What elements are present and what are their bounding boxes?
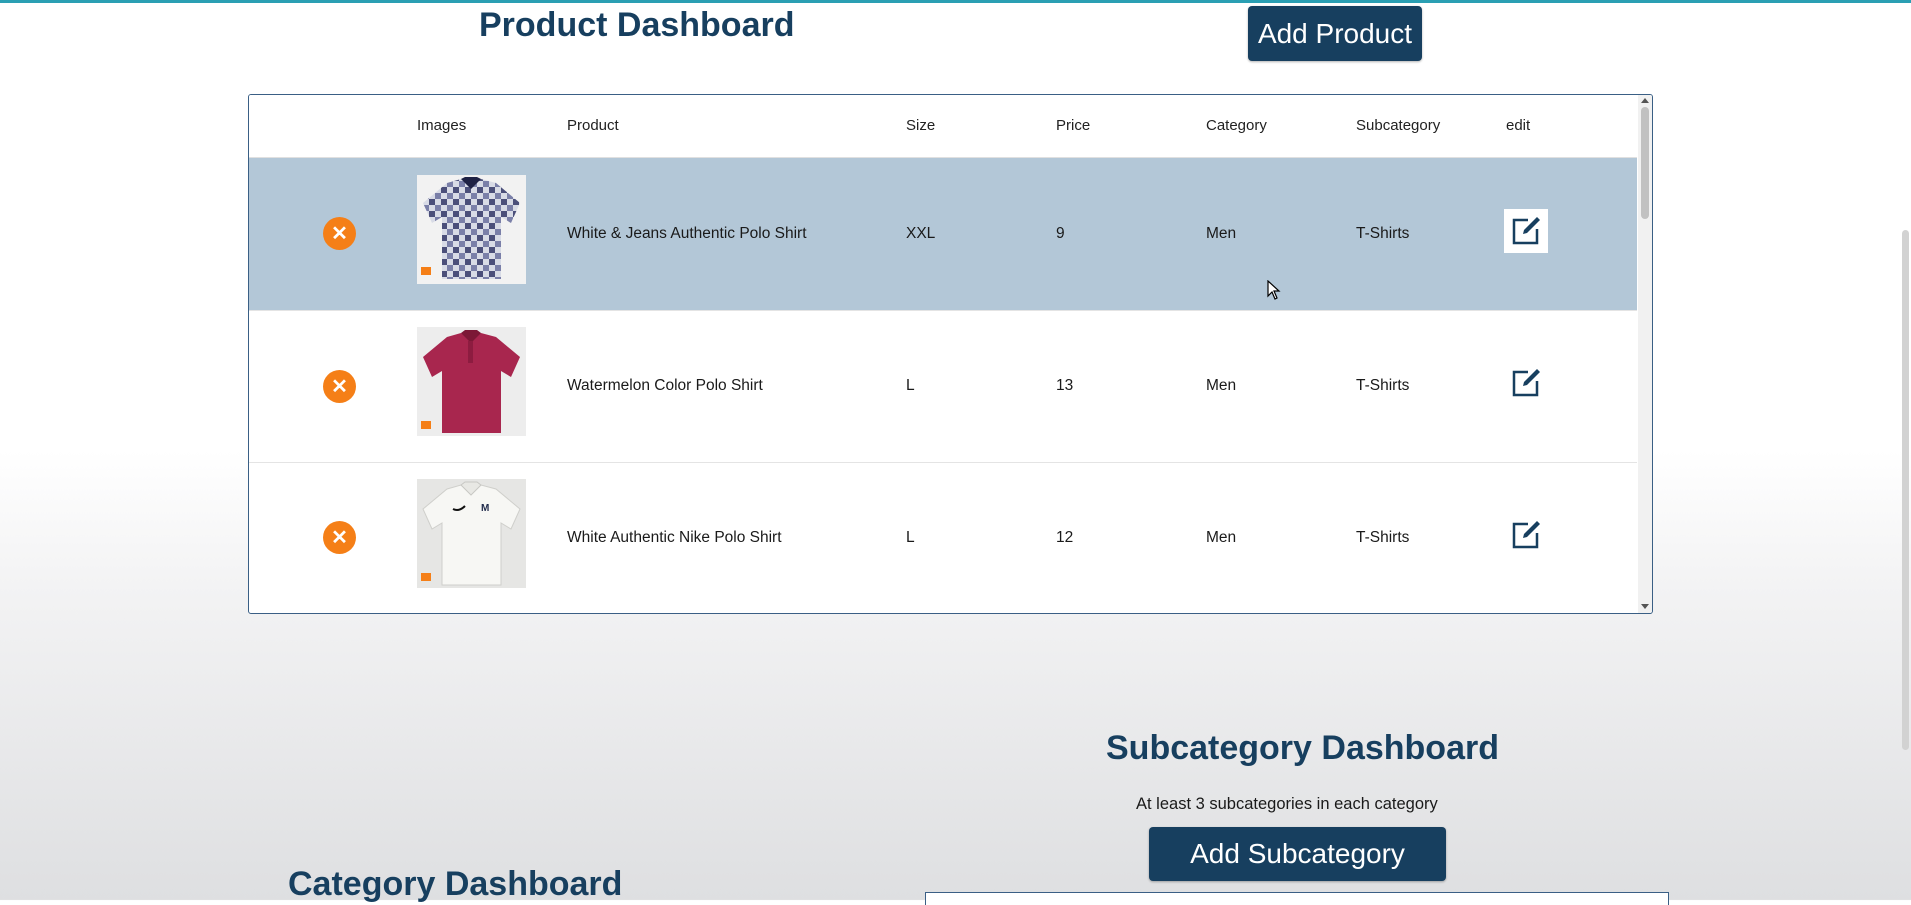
page-title: Product Dashboard — [479, 6, 795, 44]
column-header-edit: edit — [1506, 117, 1531, 134]
edit-icon — [1512, 217, 1540, 245]
product-price: 9 — [1056, 225, 1065, 242]
delete-button[interactable]: ✕ — [323, 521, 356, 554]
close-icon: ✕ — [331, 527, 348, 549]
product-table: Images Product Size Price Category Subca… — [248, 94, 1653, 614]
subcategory-dashboard-title: Subcategory Dashboard — [1106, 729, 1499, 767]
product-image — [417, 327, 526, 436]
product-size: L — [906, 377, 915, 394]
table-row[interactable]: ✕ Watermelon Color Polo Shirt L 13 Men T… — [249, 310, 1637, 463]
product-price: 12 — [1056, 529, 1074, 546]
delete-button[interactable]: ✕ — [323, 217, 356, 250]
table-header: Images Product Size Price Category Subca… — [249, 95, 1637, 158]
product-category: Men — [1206, 225, 1237, 242]
product-name: White & Jeans Authentic Polo Shirt — [567, 225, 807, 242]
edit-icon — [1512, 369, 1540, 397]
top-accent-line — [0, 0, 1911, 3]
product-subcategory: T-Shirts — [1356, 377, 1410, 394]
column-header-product: Product — [567, 117, 619, 134]
edit-button[interactable] — [1504, 513, 1548, 557]
category-dashboard-title: Category Dashboard — [288, 865, 623, 903]
subcategory-note: At least 3 subcategories in each categor… — [1136, 795, 1438, 813]
patterned-polo-shirt-image — [417, 175, 526, 284]
table-scrollbar[interactable] — [1638, 95, 1652, 613]
product-subcategory: T-Shirts — [1356, 225, 1410, 242]
product-subcategory: T-Shirts — [1356, 529, 1410, 546]
product-name: White Authentic Nike Polo Shirt — [567, 529, 782, 546]
edit-button[interactable] — [1504, 361, 1548, 405]
scroll-down-arrow-icon[interactable] — [1641, 604, 1649, 609]
scroll-up-arrow-icon[interactable] — [1641, 98, 1649, 103]
subcategory-table — [925, 892, 1669, 905]
red-polo-shirt-image — [417, 327, 526, 436]
product-category: Men — [1206, 377, 1237, 394]
product-size: XXL — [906, 225, 936, 242]
column-header-price: Price — [1056, 117, 1091, 134]
edit-icon — [1512, 521, 1540, 549]
white-polo-shirt-image: M — [417, 479, 526, 588]
edit-button[interactable] — [1504, 209, 1548, 253]
page-scrollbar[interactable] — [1899, 0, 1911, 900]
table-row[interactable]: ✕ White & Jeans Authentic Polo Shirt XXL… — [249, 158, 1637, 311]
close-icon: ✕ — [331, 223, 348, 245]
table-row[interactable]: ✕ M White Authentic Nike Polo Shirt L 12… — [249, 462, 1637, 613]
svg-text:M: M — [481, 503, 489, 514]
scrollbar-thumb[interactable] — [1641, 107, 1649, 219]
product-name: Watermelon Color Polo Shirt — [567, 377, 763, 394]
add-subcategory-button[interactable]: Add Subcategory — [1149, 827, 1446, 881]
product-image: M — [417, 479, 526, 588]
product-price: 13 — [1056, 377, 1074, 394]
delete-button[interactable]: ✕ — [323, 370, 356, 403]
add-product-button[interactable]: Add Product — [1248, 6, 1422, 61]
page-scrollbar-thumb[interactable] — [1902, 230, 1909, 750]
column-header-category: Category — [1206, 117, 1267, 134]
column-header-size: Size — [906, 117, 936, 134]
product-size: L — [906, 529, 915, 546]
product-category: Men — [1206, 529, 1237, 546]
column-header-images: Images — [417, 117, 467, 134]
product-image — [417, 175, 526, 284]
column-header-subcategory: Subcategory — [1356, 117, 1441, 134]
mouse-cursor-icon — [1267, 280, 1281, 300]
close-icon: ✕ — [331, 376, 348, 398]
